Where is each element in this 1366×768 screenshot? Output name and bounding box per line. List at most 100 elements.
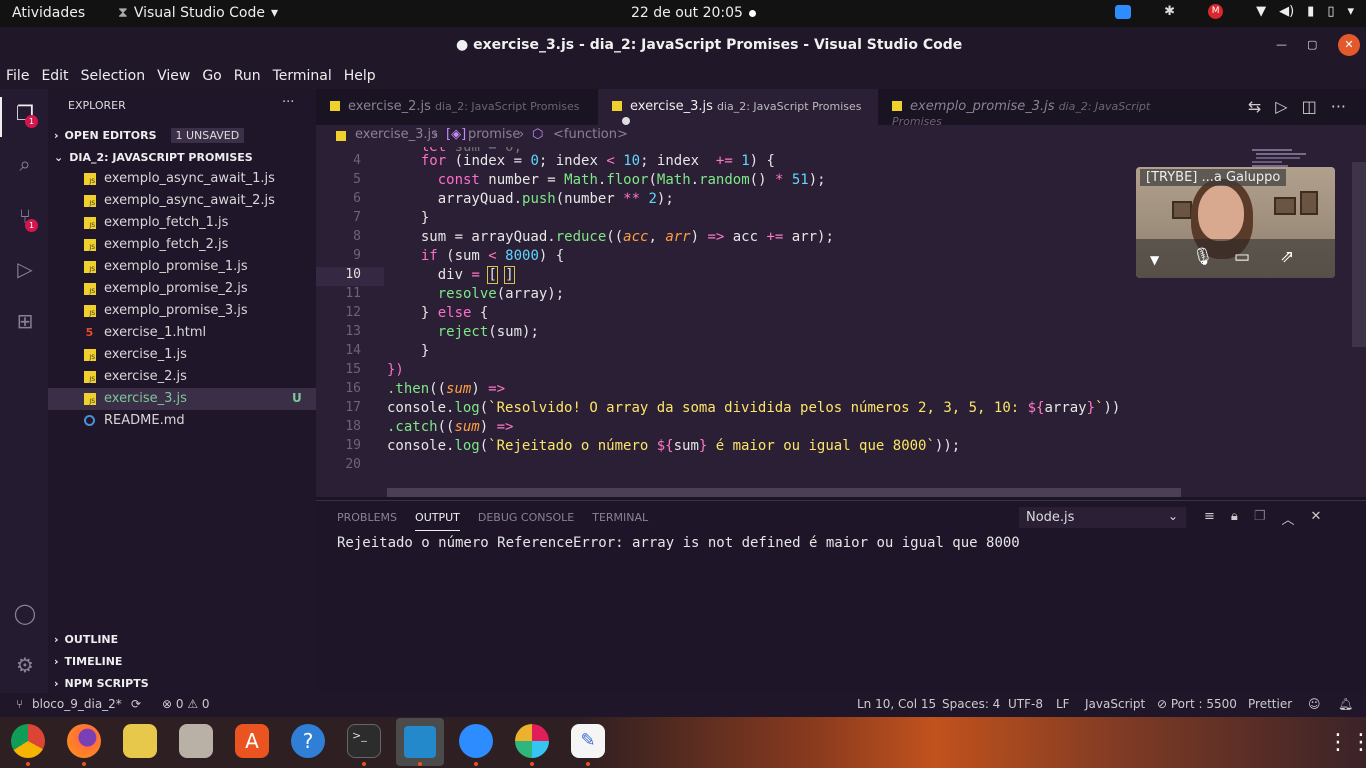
outline-label: OUTLINE	[64, 633, 119, 646]
live-server-port[interactable]: ⊘ Port : 5500	[1157, 697, 1237, 711]
open-editors-section[interactable]: › OPEN EDITORS 1 UNSAVED	[54, 128, 312, 143]
volume-icon[interactable]: ◀)	[1279, 4, 1294, 19]
end-of-line[interactable]: LF	[1056, 697, 1070, 711]
breadcrumb-symbol[interactable]: promise	[468, 127, 520, 142]
indentation[interactable]: Spaces: 4	[942, 697, 1000, 711]
unsaved-dot-icon[interactable]	[622, 117, 630, 125]
file-item[interactable]: JS exemplo_async_await_2.js	[48, 190, 316, 212]
prettier-status[interactable]: Prettier	[1248, 697, 1292, 711]
picture-frame	[1300, 191, 1318, 215]
folder-section[interactable]: ⌄ DIA_2: JAVASCRIPT PROMISES	[54, 151, 312, 164]
feedback-icon[interactable]: ☺	[1308, 697, 1321, 711]
tab-debug-console[interactable]: DEBUG CONSOLE	[478, 511, 574, 531]
menu-help[interactable]: Help	[338, 64, 382, 89]
zoom-tray-icon[interactable]	[1115, 4, 1132, 19]
file-item[interactable]: README.md	[48, 410, 316, 432]
language-mode[interactable]: JavaScript	[1085, 697, 1145, 711]
file-item[interactable]: JS exercise_3.js U	[48, 388, 316, 410]
close-icon[interactable]: ✕	[1311, 509, 1322, 528]
open-log-icon[interactable]: ❐	[1254, 509, 1266, 528]
account-icon[interactable]: ◯	[12, 601, 38, 627]
tab-exercise-2[interactable]: exercise_2.js dia_2: JavaScript Promises	[316, 89, 598, 125]
vscode-dock-item[interactable]	[396, 718, 444, 766]
tab-exemplo-promise-3[interactable]: exemplo_promise_3.js dia_2: JavaScript Pr…	[878, 89, 1198, 128]
extensions-icon[interactable]: ⊞	[12, 309, 38, 335]
minimize-button[interactable]: —	[1276, 38, 1287, 51]
mega-tray-icon[interactable]: M	[1208, 4, 1224, 19]
menu-selection[interactable]: Selection	[75, 64, 152, 89]
tab-output[interactable]: OUTPUT	[415, 511, 460, 531]
run-icon[interactable]: ▷	[1275, 97, 1287, 125]
chevron-down-icon[interactable]: ▼	[1150, 253, 1159, 267]
file-item[interactable]: JS exemplo_promise_2.js	[48, 278, 316, 300]
menu-file[interactable]: File	[0, 64, 35, 89]
slack-icon[interactable]	[515, 724, 549, 758]
tab-terminal[interactable]: TERMINAL	[592, 511, 648, 531]
battery-icon[interactable]: ▯	[1327, 4, 1334, 19]
file-name: exemplo_async_await_2.js	[104, 193, 275, 208]
run-debug-icon[interactable]: ▷	[12, 257, 38, 283]
mic-muted-icon[interactable]: 🎙	[1192, 247, 1214, 267]
file-item[interactable]: 5 exercise_1.html	[48, 322, 316, 344]
menu-edit[interactable]: Edit	[35, 64, 74, 89]
file-item[interactable]: JS exemplo_fetch_1.js	[48, 212, 316, 234]
breadcrumb-symbol[interactable]: <function>	[553, 127, 628, 142]
menu-terminal[interactable]: Terminal	[267, 64, 338, 89]
file-item[interactable]: JS exercise_2.js	[48, 366, 316, 388]
terminal-icon[interactable]: >_	[347, 724, 381, 758]
help-icon[interactable]: ?	[291, 724, 325, 758]
split-editor-icon[interactable]: ◫	[1302, 97, 1317, 125]
show-apps-icon[interactable]: ⋮⋮⋮	[1327, 730, 1366, 755]
firefox-icon[interactable]	[67, 724, 101, 758]
search-icon[interactable]: ⌕	[12, 152, 38, 178]
file-item[interactable]: JS exemplo_promise_1.js	[48, 256, 316, 278]
zoom-icon[interactable]	[459, 724, 493, 758]
more-actions-icon[interactable]: ···	[1331, 97, 1346, 125]
app-menu[interactable]: ⧗ Visual Studio Code ▾	[118, 5, 278, 21]
file-item[interactable]: JS exemplo_fetch_2.js	[48, 234, 316, 256]
slack-tray-icon[interactable]: ✱	[1164, 4, 1175, 19]
encoding[interactable]: UTF-8	[1008, 697, 1043, 711]
gear-icon[interactable]: ⚙	[12, 653, 38, 679]
git-branch[interactable]: bloco_9_dia_2*	[32, 697, 122, 711]
more-actions-icon[interactable]: ···	[282, 95, 294, 110]
outline-section[interactable]: › OUTLINE	[54, 633, 312, 646]
horizontal-scrollbar[interactable]	[387, 488, 1181, 497]
menu-view[interactable]: View	[151, 64, 196, 89]
software-center-icon[interactable]: A	[235, 724, 269, 758]
maximize-button[interactable]: ▢	[1307, 38, 1317, 51]
vertical-scrollbar[interactable]	[1352, 162, 1366, 347]
npm-scripts-section[interactable]: › NPM SCRIPTS	[54, 677, 312, 690]
video-call-window[interactable]: [TRYBE] ...a Galuppo ▼ 🎙 ▭ ⇗	[1136, 167, 1335, 278]
files-icon[interactable]	[179, 724, 213, 758]
tab-problems[interactable]: PROBLEMS	[337, 511, 397, 531]
compare-changes-icon[interactable]: ⇆	[1248, 97, 1261, 125]
notes-icon[interactable]	[123, 724, 157, 758]
clear-output-icon[interactable]: ≡	[1204, 509, 1215, 528]
pop-out-icon[interactable]: ⇗	[1280, 247, 1294, 267]
close-button[interactable]: ✕	[1338, 34, 1360, 56]
clock[interactable]: 22 de out 20:05	[631, 5, 743, 21]
lock-icon[interactable]: 🔒︎	[1231, 509, 1238, 528]
text-editor-icon[interactable]: ✎	[571, 724, 605, 758]
chevron-up-icon[interactable]: ︿	[1281, 509, 1294, 528]
cursor-position[interactable]: Ln 10, Col 15	[857, 697, 936, 711]
chevron-down-icon[interactable]: ▾	[1347, 4, 1354, 19]
menu-go[interactable]: Go	[196, 64, 227, 89]
file-item[interactable]: JS exemplo_promise_3.js	[48, 300, 316, 322]
problems-count[interactable]: ⊗ 0 ⚠ 0	[162, 697, 210, 711]
microphone-icon[interactable]: ▮	[1307, 4, 1314, 19]
sync-icon[interactable]: ⟳	[131, 697, 141, 711]
wifi-icon[interactable]: ▼	[1256, 4, 1266, 19]
file-item[interactable]: JS exemplo_async_await_1.js	[48, 168, 316, 190]
bell-icon[interactable]: 🔔︎	[1338, 697, 1353, 711]
file-item[interactable]: JS exercise_1.js	[48, 344, 316, 366]
timeline-section[interactable]: › TIMELINE	[54, 655, 312, 668]
tab-exercise-3[interactable]: exercise_3.js dia_2: JavaScript Promises	[598, 89, 878, 125]
menu-run[interactable]: Run	[228, 64, 267, 89]
activities-button[interactable]: Atividades	[12, 5, 85, 21]
camera-off-icon[interactable]: ▭	[1234, 247, 1250, 267]
output-channel-select[interactable]: Node.js ⌄	[1019, 507, 1186, 528]
chrome-icon[interactable]	[11, 724, 45, 758]
breadcrumb-file[interactable]: exercise_3.js	[355, 127, 438, 142]
